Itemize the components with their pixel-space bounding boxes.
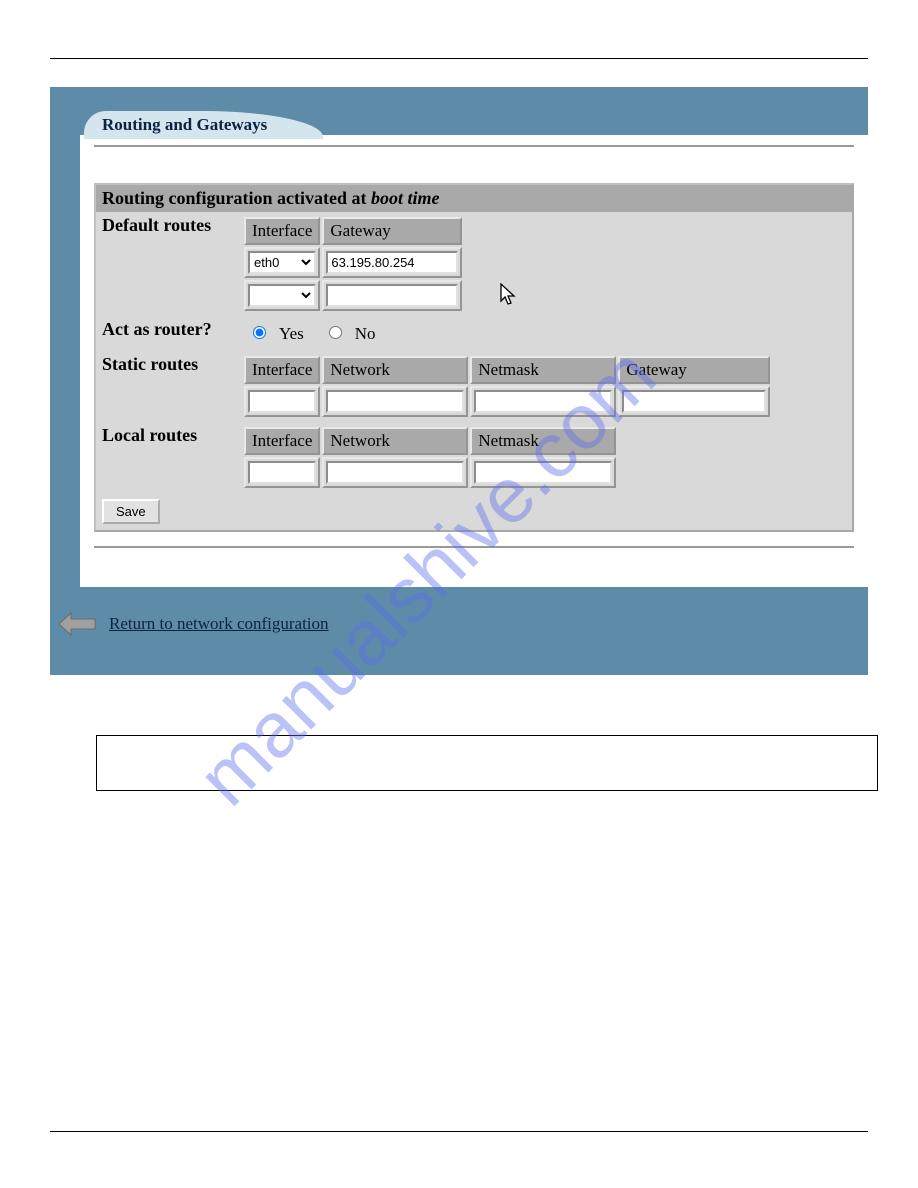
dr-row0-interface-select[interactable]: eth0 — [248, 251, 316, 274]
sr-hdr-netmask: Netmask — [470, 356, 616, 384]
local-routes-label: Local routes — [96, 422, 236, 493]
act-as-router-yes-label: Yes — [279, 324, 304, 343]
act-as-router-no-radio[interactable] — [329, 326, 342, 339]
page-bottom-rule — [50, 1131, 868, 1132]
sr-row0-interface-input[interactable] — [248, 390, 316, 413]
static-routes-label: Static routes — [96, 351, 236, 422]
sr-hdr-gateway: Gateway — [618, 356, 770, 384]
dr-hdr-interface: Interface — [244, 217, 320, 245]
note-box — [96, 735, 878, 791]
save-button[interactable]: Save — [102, 499, 160, 524]
form-title-prefix: Routing configuration activated at — [102, 188, 371, 208]
routing-form: Routing configuration activated at boot … — [94, 183, 854, 532]
return-link[interactable]: Return to network configuration — [109, 614, 329, 634]
cursor-icon — [500, 283, 518, 307]
form-title: Routing configuration activated at boot … — [96, 185, 852, 212]
local-routes-table: Interface Network Netmask — [242, 425, 618, 490]
form-title-italic: boot time — [371, 188, 440, 208]
main-panel: Routing configuration activated at boot … — [80, 135, 868, 587]
act-as-router-label: Act as router? — [96, 316, 236, 351]
lr-hdr-interface: Interface — [244, 427, 320, 455]
page-top-rule — [50, 58, 868, 59]
dr-row0-gateway-input[interactable] — [326, 251, 458, 274]
panel-top-rule — [94, 145, 854, 147]
default-routes-label: Default routes — [96, 212, 236, 316]
act-as-router-yes-radio[interactable] — [253, 326, 266, 339]
dr-row1-interface-select[interactable] — [248, 284, 316, 307]
act-as-router-no-label: No — [355, 324, 376, 343]
tab-title: Routing and Gateways — [102, 115, 267, 134]
lr-row0-netmask-input[interactable] — [474, 461, 612, 484]
arrow-left-icon — [57, 611, 97, 637]
lr-row0-network-input[interactable] — [326, 461, 464, 484]
dr-row1-gateway-input[interactable] — [326, 284, 458, 307]
lr-row0-interface-input[interactable] — [248, 461, 316, 484]
sr-hdr-interface: Interface — [244, 356, 320, 384]
lr-hdr-netmask: Netmask — [470, 427, 616, 455]
app-window: Routing and Gateways Routing configurati… — [50, 87, 868, 675]
back-row: Return to network configuration — [57, 611, 329, 637]
dr-hdr-gateway: Gateway — [322, 217, 462, 245]
panel-bottom-rule — [94, 546, 854, 548]
sr-row0-netmask-input[interactable] — [474, 390, 612, 413]
default-routes-table: Interface Gateway eth0 — [242, 215, 464, 313]
sr-row0-gateway-input[interactable] — [622, 390, 766, 413]
page-tab: Routing and Gateways — [84, 111, 323, 139]
sr-row0-network-input[interactable] — [326, 390, 464, 413]
sr-hdr-network: Network — [322, 356, 468, 384]
lr-hdr-network: Network — [322, 427, 468, 455]
static-routes-table: Interface Network Netmask Gateway — [242, 354, 772, 419]
